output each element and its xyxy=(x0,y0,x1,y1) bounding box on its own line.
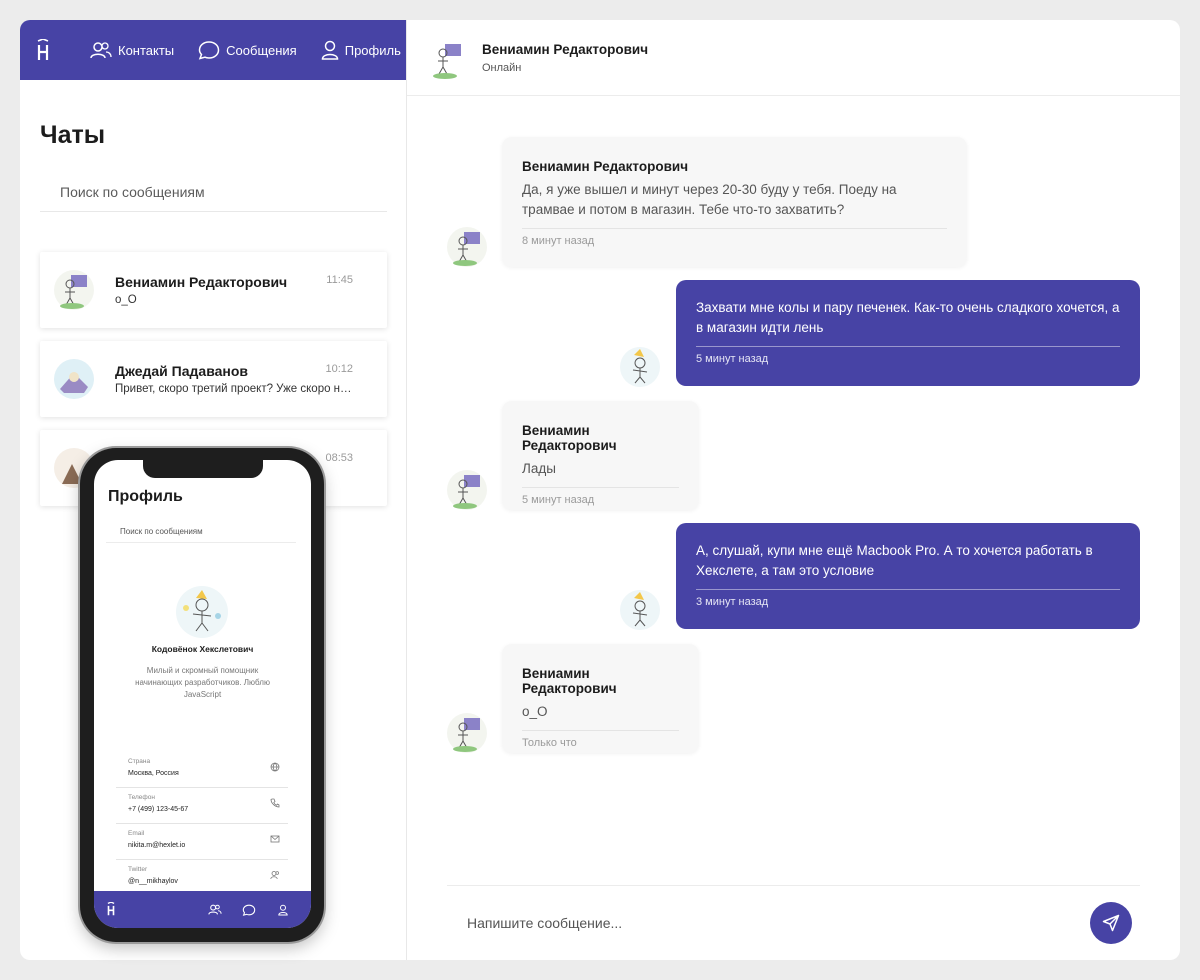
profile-name: Кодовёнок Хекслетович xyxy=(151,644,254,654)
message-author: Вениамин Редакторович xyxy=(522,159,689,174)
field-label: Телефон xyxy=(128,794,155,801)
top-nav: Контакты Сообщения Профиль xyxy=(20,20,406,80)
message-author: Вениамин Редакторович xyxy=(522,423,617,453)
hexlet-logo-icon[interactable] xyxy=(20,20,66,80)
chat-preview: Привет, скоро третий проект? Уже скоро н… xyxy=(115,383,355,395)
message-outgoing: А, слушай, купи мне ещё Macbook Pro. А т… xyxy=(676,523,1140,629)
field-label: Email xyxy=(128,830,145,837)
message-outgoing: Захвати мне колы и пару печенек. Как-то … xyxy=(676,280,1140,386)
avatar xyxy=(433,44,461,79)
profile-field: Страна Москва, Россия xyxy=(116,752,288,788)
divider xyxy=(696,589,1120,590)
profile-field: Телефон +7 (499) 123-45-67 xyxy=(116,788,288,824)
phone-search-input[interactable]: Поиск по сообщениям xyxy=(106,521,296,543)
chat-bubble-icon xyxy=(198,41,220,60)
chat-time: 08:53 xyxy=(325,452,353,464)
divider xyxy=(522,730,679,731)
chat-name: Джедай Падаванов xyxy=(115,363,249,379)
nav-profile[interactable]: Профиль xyxy=(321,40,401,60)
chat-list-item[interactable]: Вениамин Редакторович o_O 11:45 xyxy=(40,252,387,328)
chat-header: Вениамин Редакторович Онлайн xyxy=(407,20,1180,96)
message-text: Захвати мне колы и пару печенек. Как-то … xyxy=(696,300,1120,335)
users-icon[interactable] xyxy=(208,904,222,915)
message-author: Вениамин Редакторович xyxy=(522,666,617,696)
message-time: 5 минут назад xyxy=(696,353,769,365)
page-title: Чаты xyxy=(40,121,106,149)
nav-contacts-label: Контакты xyxy=(118,42,175,58)
profile-field: Email nikita.m@hexlet.io xyxy=(116,824,288,860)
field-label: Twitter xyxy=(128,866,148,873)
message-time: Только что xyxy=(522,737,577,749)
message-incoming: Вениамин Редакторович Лады 5 минут назад xyxy=(502,401,699,510)
message-text: Лады xyxy=(522,461,556,476)
chat-name: Вениамин Редакторович xyxy=(115,274,288,290)
message-text: o_O xyxy=(522,704,548,719)
avatar xyxy=(54,359,94,399)
message-time: 3 минут назад xyxy=(696,596,769,608)
chat-time: 10:12 xyxy=(325,363,353,375)
profile-bio: Милый и скромный помощник начинающих раз… xyxy=(135,666,270,699)
users-icon xyxy=(90,42,112,59)
chat-bubble-icon[interactable] xyxy=(242,904,256,916)
message-incoming: Вениамин Редакторович o_O Только что xyxy=(502,644,699,753)
hexlet-logo-icon[interactable] xyxy=(106,902,116,916)
send-button[interactable] xyxy=(1090,902,1132,944)
chat-preview: o_O xyxy=(115,294,137,306)
field-label: Страна xyxy=(128,758,151,765)
avatar xyxy=(447,227,487,267)
phone-screen: Профиль Поиск по сообщениям Кодовёнок Хе… xyxy=(94,460,311,928)
contact-name: Вениамин Редакторович xyxy=(482,42,649,57)
message-input[interactable] xyxy=(447,905,1007,941)
message-text: Да, я уже вышел и минут через 20-30 буду… xyxy=(522,182,897,217)
phone-mockup: Профиль Поиск по сообщениям Кодовёнок Хе… xyxy=(80,448,324,942)
avatar xyxy=(447,713,487,753)
users-icon xyxy=(270,871,279,880)
message-time: 5 минут назад xyxy=(522,494,595,506)
avatar xyxy=(176,586,228,638)
message-time: 8 минут назад xyxy=(522,235,595,247)
chat-list-item[interactable]: Джедай Падаванов Привет, скоро третий пр… xyxy=(40,341,387,417)
phone-icon xyxy=(270,798,280,808)
avatar xyxy=(54,270,94,310)
phone-page-title: Профиль xyxy=(108,488,183,505)
search-input[interactable] xyxy=(40,172,387,212)
message-incoming: Вениамин Редакторович Да, я уже вышел и … xyxy=(502,137,967,267)
nav-messages-label: Сообщения xyxy=(226,42,297,58)
chat-time: 11:45 xyxy=(326,274,353,286)
user-icon[interactable] xyxy=(278,904,288,916)
globe-icon xyxy=(270,762,280,772)
field-value: nikita.m@hexlet.io xyxy=(128,842,186,849)
field-value: Москва, Россия xyxy=(128,770,179,777)
phone-bottom-nav xyxy=(94,891,311,928)
field-value: +7 (499) 123-45-67 xyxy=(128,806,189,813)
avatar xyxy=(620,347,660,387)
send-icon xyxy=(1102,914,1120,932)
message-text: А, слушай, купи мне ещё Macbook Pro. А т… xyxy=(696,543,1093,578)
field-value: @n__mikhaylov xyxy=(128,878,178,885)
divider xyxy=(522,487,679,488)
mail-icon xyxy=(270,835,280,843)
nav-profile-label: Профиль xyxy=(344,42,401,58)
nav-messages[interactable]: Сообщения xyxy=(198,40,297,60)
contact-status: Онлайн xyxy=(482,62,522,74)
divider xyxy=(696,346,1120,347)
avatar xyxy=(447,470,487,510)
user-icon xyxy=(321,40,338,60)
divider xyxy=(447,885,1140,886)
phone-notch xyxy=(143,460,263,478)
avatar xyxy=(620,590,660,630)
nav-contacts[interactable]: Контакты xyxy=(90,41,174,59)
chat-panel: Вениамин Редакторович Онлайн Вениамин Ре… xyxy=(407,20,1180,960)
divider xyxy=(522,228,947,229)
